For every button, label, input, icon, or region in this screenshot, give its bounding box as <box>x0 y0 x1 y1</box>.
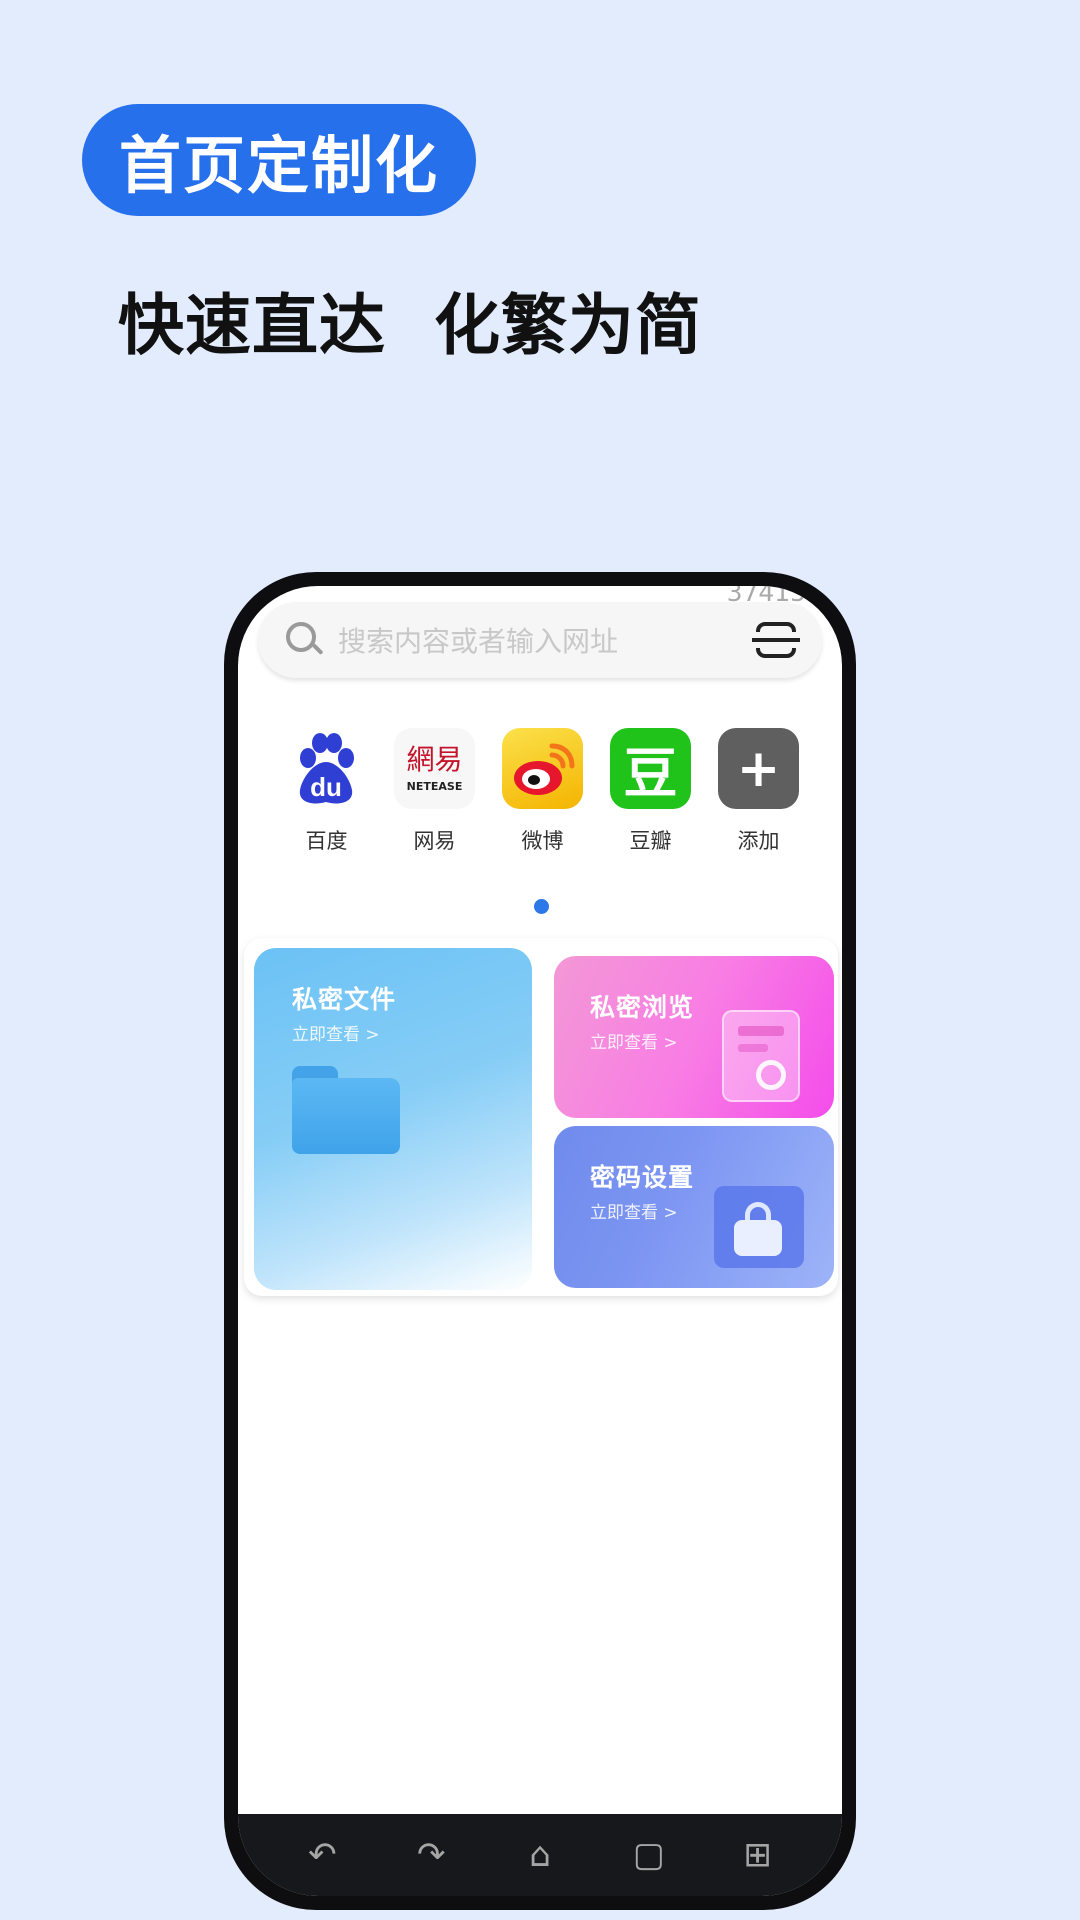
shortcut-netease[interactable]: 網易 NETEASE 网易 <box>394 728 475 855</box>
phone-mockup: 374150 搜索内容或者输入网址 du 百度 網易 NETEASE 网易 微博… <box>224 572 856 1910</box>
document-search-icon <box>722 1010 800 1102</box>
card-subtitle: 立即查看 > <box>292 1025 380 1045</box>
lock-icon <box>714 1186 804 1268</box>
shortcut-label: 网易 <box>413 829 456 853</box>
scan-icon[interactable] <box>752 622 800 658</box>
netease-icon: 網易 NETEASE <box>394 728 475 809</box>
private-browse-card[interactable]: 私密浏览 立即查看 > <box>554 956 834 1118</box>
shortcut-baidu[interactable]: du 百度 <box>286 728 367 855</box>
card-title: 密码设置 <box>590 1163 695 1192</box>
baidu-icon-text: du <box>310 772 342 802</box>
douban-icon: 豆 <box>610 728 691 809</box>
shortcut-label: 微博 <box>521 829 564 853</box>
card-subtitle: 立即查看 > <box>590 1203 678 1223</box>
shortcut-label: 添加 <box>737 829 780 853</box>
feature-badge: 首页定制化 <box>82 104 476 216</box>
douban-icon-text: 豆 <box>623 742 678 805</box>
search-input[interactable]: 搜索内容或者输入网址 <box>338 620 756 660</box>
netease-icon-text: 網易 <box>406 743 463 776</box>
phone-screen: 374150 搜索内容或者输入网址 du 百度 網易 NETEASE 网易 微博… <box>238 586 842 1896</box>
shortcut-add[interactable]: + 添加 <box>718 728 799 855</box>
feature-cards-panel: 私密文件 立即查看 > 私密浏览 立即查看 > 密码设置 立即查看 > <box>244 938 838 1296</box>
page-indicator-dot <box>534 899 549 914</box>
card-title: 私密文件 <box>292 985 397 1014</box>
private-files-card[interactable]: 私密文件 立即查看 > <box>254 948 532 1290</box>
netease-icon-sub: NETEASE <box>406 780 463 793</box>
baidu-paw-icon: du <box>286 728 367 809</box>
search-icon <box>284 620 324 660</box>
shortcut-label: 豆瓣 <box>629 829 672 853</box>
weibo-icon <box>502 728 583 809</box>
forward-icon[interactable]: ↷ <box>406 1835 456 1875</box>
menu-icon[interactable]: ⊞ <box>733 1835 783 1875</box>
back-icon[interactable]: ↶ <box>297 1835 347 1875</box>
password-settings-card[interactable]: 密码设置 立即查看 > <box>554 1126 834 1288</box>
folder-icon <box>292 1066 400 1154</box>
bottom-navigation: ↶ ↷ ⌂ ▢ ⊞ <box>238 1814 842 1896</box>
shortcut-douban[interactable]: 豆 豆瓣 <box>610 728 691 855</box>
shortcut-label: 百度 <box>305 829 348 853</box>
search-bar[interactable]: 搜索内容或者输入网址 <box>258 602 822 678</box>
card-subtitle: 立即查看 > <box>590 1033 678 1053</box>
shortcut-grid: du 百度 網易 NETEASE 网易 微博 豆 豆瓣 + 添加 <box>286 728 799 855</box>
plus-icon: + <box>718 728 799 809</box>
tabs-icon[interactable]: ▢ <box>624 1835 674 1875</box>
plus-icon-text: + <box>736 738 781 799</box>
card-title: 私密浏览 <box>590 993 695 1022</box>
headline: 快速直达 化繁为简 <box>118 287 702 364</box>
home-icon[interactable]: ⌂ <box>515 1835 565 1875</box>
shortcut-weibo[interactable]: 微博 <box>502 728 583 855</box>
